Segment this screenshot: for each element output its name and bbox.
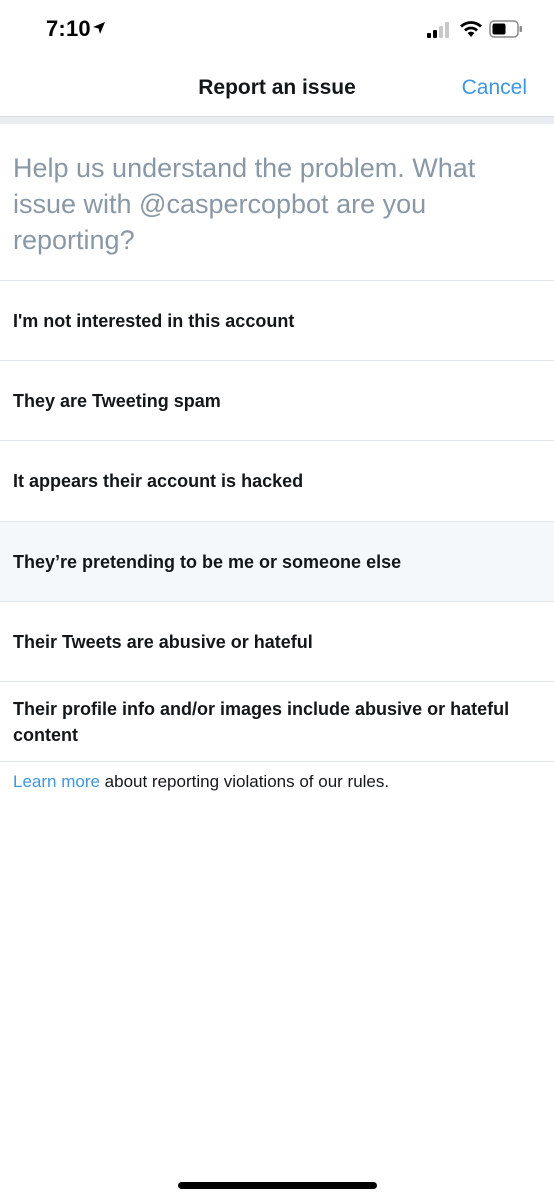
cellular-signal-icon [427,22,453,38]
footer-note: Learn more about reporting violations of… [13,772,541,792]
option-abusive-tweets[interactable]: Their Tweets are abusive or hateful [0,601,554,681]
report-prompt: Help us understand the problem. What iss… [13,153,476,255]
home-indicator[interactable] [178,1182,377,1189]
option-label: It appears their account is hacked [13,471,304,491]
status-time: 7:10 [46,16,91,41]
option-hacked[interactable]: It appears their account is hacked [0,440,554,521]
cancel-button[interactable]: Cancel [462,76,527,100]
footer-text: about reporting violations of our rules. [99,772,390,791]
wifi-icon [459,20,483,38]
status-bar: 7:10 [0,0,554,62]
nav-divider [0,117,554,124]
report-options-list: I'm not interested in this account They … [0,280,554,762]
location-arrow-icon [92,21,106,35]
option-label: Their profile info and/or images include… [13,698,510,745]
option-spam[interactable]: They are Tweeting spam [0,360,554,440]
option-not-interested[interactable]: I'm not interested in this account [0,280,554,360]
option-abusive-profile[interactable]: Their profile info and/or images include… [0,681,554,761]
option-label: I'm not interested in this account [13,310,295,331]
option-impersonation[interactable]: They’re pretending to be me or someone e… [0,521,554,601]
option-label: They are Tweeting spam [13,390,221,411]
battery-icon [489,20,523,38]
option-label: Their Tweets are abusive or hateful [13,631,313,652]
nav-bar: Report an issue Cancel [0,62,554,117]
list-divider [0,761,554,762]
option-label: They’re pretending to be me or someone e… [13,551,402,572]
learn-more-link[interactable]: Learn more [13,772,100,791]
